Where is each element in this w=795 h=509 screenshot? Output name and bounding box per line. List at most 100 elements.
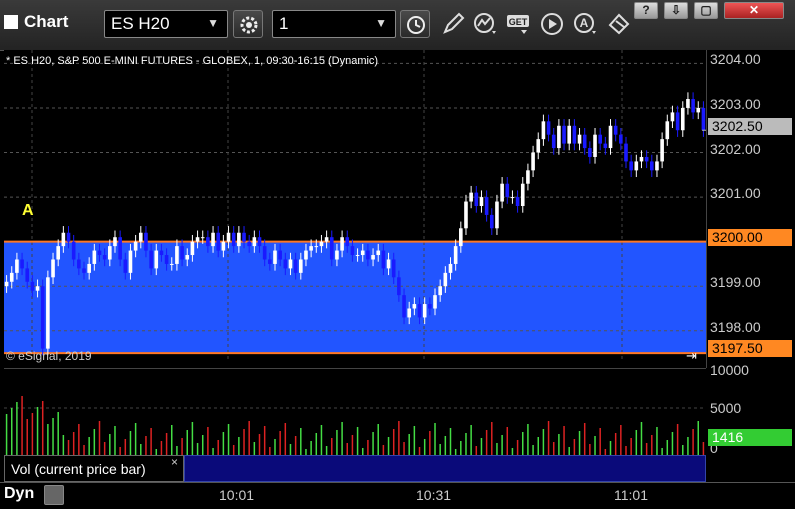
scroll-to-end-icon[interactable]: ⇥ [686,348,697,364]
symbol-combo[interactable]: ES H20 ▼ [104,10,228,38]
axis-tick: 3199.00 [710,274,761,290]
candle-body [484,197,489,215]
cursor-icon[interactable] [606,11,634,37]
candle-body [257,237,262,247]
candle-body [15,259,19,273]
volume-chart[interactable] [4,368,706,455]
candle-body [376,250,381,256]
candle-body [195,237,200,242]
help-button[interactable]: ? [634,2,658,19]
candle-body [510,197,515,199]
candle-body [61,232,66,247]
candle-body [665,121,670,140]
candle-body [391,259,396,278]
trend-icon[interactable] [472,11,500,37]
candle-body [149,250,153,269]
candle-body [46,277,50,349]
candle-body [438,286,442,296]
chevron-down-icon[interactable]: ▼ [375,16,387,30]
candle-body [283,259,288,269]
maximize-button[interactable]: ▢ [694,2,718,19]
candle-body [577,134,582,144]
candle-body [433,295,437,309]
candle-body [593,134,597,157]
lock-icon[interactable] [44,485,64,505]
time-tick: 10:01 [219,487,255,503]
candle-body [169,263,174,265]
candle-body [71,241,76,260]
candle-body [56,246,61,260]
interval-combo[interactable]: 1 ▼ [272,10,396,38]
candle-body [40,286,45,349]
dynamic-mode-label[interactable]: Dyn [4,485,34,503]
candle-body [206,237,210,247]
candle-body [696,107,701,113]
candle-body [412,304,417,309]
candle-body [335,250,339,260]
axis-tick: 3202.00 [710,141,761,157]
svg-text:A: A [580,16,589,30]
candle-body [644,156,649,162]
axis-tick: 3203.00 [710,96,761,112]
candle-body [469,192,473,202]
candle-body [30,281,35,291]
candle-body [164,255,169,264]
candle-body [273,250,277,264]
volume-chart-svg [4,396,706,455]
candle-body [4,281,9,287]
candle-body [479,197,484,206]
candle-body [371,255,375,260]
candle-body [231,232,236,247]
candle-body [237,232,241,247]
candle-body [92,250,97,264]
candle-body [252,237,257,247]
candle-body [505,183,510,198]
candle-body [304,250,308,260]
candle-body [180,246,184,260]
candle-body [138,232,143,242]
chevron-down-icon[interactable]: ▼ [207,16,219,30]
level-tag-upper: 3200.00 [708,229,792,246]
candle-body [526,170,530,184]
study-strip [184,455,706,482]
candle-body [350,246,355,256]
time-button[interactable] [400,10,430,38]
candle-body [701,107,706,131]
candle-body [567,125,572,144]
symbol-value: ES H20 [111,14,170,33]
volume-study-label[interactable]: Vol (current price bar) [4,455,184,482]
candle-body [582,134,587,149]
candle-body [680,107,685,131]
candle-body [459,228,463,247]
close-button[interactable]: ✕ [724,2,784,19]
volume-axis-tick: 10000 [710,362,749,378]
candle-body [453,246,458,264]
candle-body [608,125,613,149]
last-price-tag: 3202.50 [708,118,792,135]
get-icon[interactable]: GET [505,11,533,37]
candle-body [639,156,644,162]
candle-body [123,259,128,273]
candle-body [531,152,535,171]
copyright-text: © eSignal, 2019 [6,349,92,363]
candle-body [546,121,551,135]
close-icon[interactable]: × [171,455,178,469]
candle-body [520,183,525,206]
candle-body [572,125,577,144]
price-chart[interactable] [4,50,706,362]
candle-body [340,237,344,251]
candle-body [557,125,561,149]
a-icon[interactable]: A [572,11,600,37]
candle-body [329,237,334,260]
time-axis[interactable] [0,482,795,509]
axis-tick: 3204.00 [710,51,761,67]
restore-down-button[interactable]: ⇩ [664,2,688,19]
candle-body [588,148,592,157]
pencil-icon[interactable] [440,11,468,37]
settings-button[interactable] [233,10,263,38]
candle-body [144,232,148,251]
candle-body [66,232,71,242]
time-tick: 10:31 [416,487,452,503]
play-icon[interactable] [539,11,567,37]
candle-body [495,201,499,229]
